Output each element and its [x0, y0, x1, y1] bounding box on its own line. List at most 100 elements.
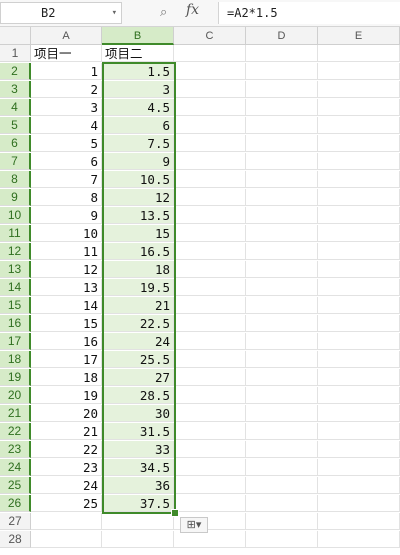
- column-header-e[interactable]: E: [318, 27, 400, 45]
- cell-e6[interactable]: [318, 135, 400, 152]
- cell-e18[interactable]: [318, 351, 400, 368]
- cell-e10[interactable]: [318, 207, 400, 224]
- select-all-corner[interactable]: [0, 27, 31, 45]
- cell-a20[interactable]: 19: [31, 387, 102, 404]
- quick-fill-options-icon[interactable]: ⊞▾: [180, 517, 208, 533]
- cell-a24[interactable]: 23: [31, 459, 102, 476]
- cell-d4[interactable]: [246, 99, 318, 116]
- cell-c24[interactable]: [174, 459, 246, 476]
- row-header[interactable]: 27: [0, 513, 31, 530]
- cell-d13[interactable]: [246, 261, 318, 278]
- cell-b9[interactable]: 12: [102, 189, 174, 206]
- cell-b25[interactable]: 36: [102, 477, 174, 494]
- cell-a22[interactable]: 21: [31, 423, 102, 440]
- cell-c28[interactable]: [174, 531, 246, 548]
- cell-d19[interactable]: [246, 369, 318, 386]
- cell-b2[interactable]: 1.5: [102, 63, 174, 80]
- cell-b5[interactable]: 6: [102, 117, 174, 134]
- row-header[interactable]: 16: [0, 315, 31, 332]
- row-header[interactable]: 11: [0, 225, 31, 242]
- cell-b8[interactable]: 10.5: [102, 171, 174, 188]
- cell-a11[interactable]: 10: [31, 225, 102, 242]
- cell-e2[interactable]: [318, 63, 400, 80]
- cell-d20[interactable]: [246, 387, 318, 404]
- cell-c22[interactable]: [174, 423, 246, 440]
- row-header[interactable]: 9: [0, 189, 31, 206]
- dropdown-arrow-icon[interactable]: ▾: [112, 3, 117, 23]
- cell-d8[interactable]: [246, 171, 318, 188]
- cell-e7[interactable]: [318, 153, 400, 170]
- formula-input[interactable]: =A2*1.5: [218, 2, 400, 24]
- cell-d26[interactable]: [246, 495, 318, 512]
- cell-c13[interactable]: [174, 261, 246, 278]
- cell-b16[interactable]: 22.5: [102, 315, 174, 332]
- fill-handle[interactable]: [171, 509, 179, 517]
- cell-d24[interactable]: [246, 459, 318, 476]
- cell-e27[interactable]: [318, 513, 400, 530]
- cell-c5[interactable]: [174, 117, 246, 134]
- cell-c15[interactable]: [174, 297, 246, 314]
- cell-d3[interactable]: [246, 81, 318, 98]
- cell-d27[interactable]: [246, 513, 318, 530]
- cell-b22[interactable]: 31.5: [102, 423, 174, 440]
- cell-b24[interactable]: 34.5: [102, 459, 174, 476]
- row-header[interactable]: 8: [0, 171, 31, 188]
- cell-b23[interactable]: 33: [102, 441, 174, 458]
- cell-c23[interactable]: [174, 441, 246, 458]
- row-header[interactable]: 5: [0, 117, 31, 134]
- cell-c2[interactable]: [174, 63, 246, 80]
- cell-e17[interactable]: [318, 333, 400, 350]
- row-header[interactable]: 10: [0, 207, 31, 224]
- cell-d11[interactable]: [246, 225, 318, 242]
- row-header[interactable]: 17: [0, 333, 31, 350]
- cell-c9[interactable]: [174, 189, 246, 206]
- cell-a5[interactable]: 4: [31, 117, 102, 134]
- cell-b21[interactable]: 30: [102, 405, 174, 422]
- cell-c1[interactable]: [174, 45, 246, 62]
- cell-d6[interactable]: [246, 135, 318, 152]
- cell-a19[interactable]: 18: [31, 369, 102, 386]
- cell-d7[interactable]: [246, 153, 318, 170]
- zoom-icon[interactable]: ⌕: [160, 4, 167, 20]
- cell-c10[interactable]: [174, 207, 246, 224]
- cell-b11[interactable]: 15: [102, 225, 174, 242]
- cell-e22[interactable]: [318, 423, 400, 440]
- cell-c26[interactable]: [174, 495, 246, 512]
- cell-e3[interactable]: [318, 81, 400, 98]
- column-header-c[interactable]: C: [174, 27, 246, 45]
- cell-e11[interactable]: [318, 225, 400, 242]
- row-header[interactable]: 2: [0, 63, 31, 80]
- cell-e19[interactable]: [318, 369, 400, 386]
- cell-b10[interactable]: 13.5: [102, 207, 174, 224]
- cell-e13[interactable]: [318, 261, 400, 278]
- cell-a4[interactable]: 3: [31, 99, 102, 116]
- cell-b4[interactable]: 4.5: [102, 99, 174, 116]
- cell-a17[interactable]: 16: [31, 333, 102, 350]
- row-header[interactable]: 20: [0, 387, 31, 404]
- cell-c16[interactable]: [174, 315, 246, 332]
- cell-e15[interactable]: [318, 297, 400, 314]
- cell-b15[interactable]: 21: [102, 297, 174, 314]
- cell-e25[interactable]: [318, 477, 400, 494]
- cell-d18[interactable]: [246, 351, 318, 368]
- cell-c6[interactable]: [174, 135, 246, 152]
- cell-b20[interactable]: 28.5: [102, 387, 174, 404]
- cell-a8[interactable]: 7: [31, 171, 102, 188]
- cell-c8[interactable]: [174, 171, 246, 188]
- cell-a10[interactable]: 9: [31, 207, 102, 224]
- cell-a14[interactable]: 13: [31, 279, 102, 296]
- row-header[interactable]: 7: [0, 153, 31, 170]
- cell-e21[interactable]: [318, 405, 400, 422]
- cell-b14[interactable]: 19.5: [102, 279, 174, 296]
- row-header[interactable]: 4: [0, 99, 31, 116]
- cell-b7[interactable]: 9: [102, 153, 174, 170]
- column-header-b[interactable]: B: [102, 27, 174, 45]
- cell-a25[interactable]: 24: [31, 477, 102, 494]
- cell-a9[interactable]: 8: [31, 189, 102, 206]
- cell-d21[interactable]: [246, 405, 318, 422]
- cell-e23[interactable]: [318, 441, 400, 458]
- cell-c18[interactable]: [174, 351, 246, 368]
- cell-a2[interactable]: 1: [31, 63, 102, 80]
- cell-a23[interactable]: 22: [31, 441, 102, 458]
- row-header[interactable]: 3: [0, 81, 31, 98]
